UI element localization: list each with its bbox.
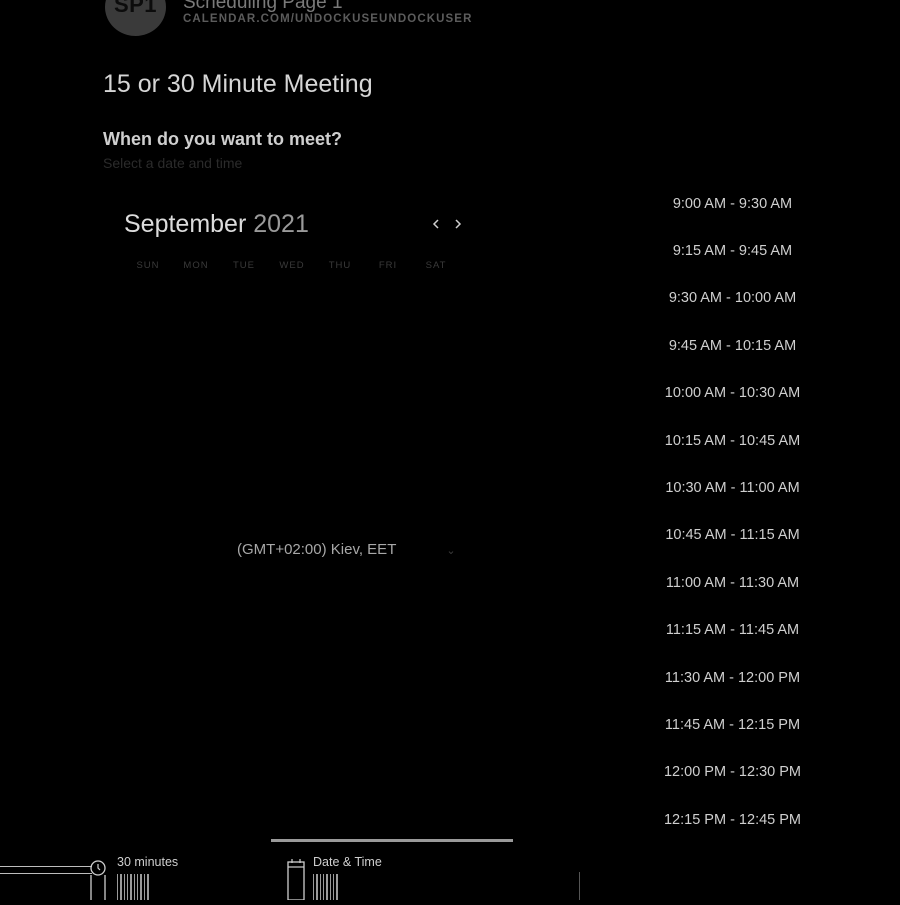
weekday-label: THU: [328, 260, 352, 271]
calendar-icon: [286, 858, 306, 905]
time-slot[interactable]: 12:15 PM - 12:45 PM: [640, 796, 825, 843]
time-slot[interactable]: 9:00 AM - 9:30 AM: [640, 180, 825, 227]
scheduling-page-title: Scheduling Page 1: [183, 0, 343, 13]
step-date-time[interactable]: Date & Time: [313, 855, 382, 869]
calendar-month-label: September 2021: [124, 210, 309, 239]
step-date-time-detail: [313, 874, 338, 900]
avatar-initials: SP1: [113, 0, 158, 17]
weekday-header-row: SUN MON TUE WED THU FRI SAT: [124, 260, 460, 271]
meeting-title: 15 or 30 Minute Meeting: [103, 70, 373, 98]
chevron-right-icon: [455, 219, 462, 229]
weekday-label: SAT: [425, 260, 447, 271]
time-slot[interactable]: 10:45 AM - 11:15 AM: [640, 512, 825, 559]
weekday-label: WED: [279, 260, 305, 271]
time-slot[interactable]: 11:00 AM - 11:30 AM: [640, 559, 825, 606]
step-duration[interactable]: 30 minutes: [117, 855, 178, 869]
time-slot[interactable]: 11:45 AM - 12:15 PM: [640, 701, 825, 748]
avatar: SP1: [105, 0, 166, 36]
time-slot[interactable]: 10:30 AM - 11:00 AM: [640, 464, 825, 511]
timezone-label: (GMT+02:00) Kiev, EET: [237, 541, 397, 558]
time-slot[interactable]: 11:30 AM - 12:00 PM: [640, 654, 825, 701]
time-slot[interactable]: 9:30 AM - 10:00 AM: [640, 275, 825, 322]
weekday-label: MON: [183, 260, 209, 271]
time-slot[interactable]: 10:15 AM - 10:45 AM: [640, 417, 825, 464]
time-slot[interactable]: 12:00 PM - 12:30 PM: [640, 749, 825, 796]
prev-month-button[interactable]: [427, 213, 445, 235]
active-step-indicator: [271, 839, 513, 842]
time-slot-list: 9:00 AM - 9:30 AM 9:15 AM - 9:45 AM 9:30…: [640, 180, 825, 843]
next-month-button[interactable]: [449, 213, 467, 235]
weekday-label: TUE: [233, 260, 255, 271]
scheduling-page-url[interactable]: CALENDAR.COM/UNDOCKUSEUNDOCKUSER: [183, 13, 472, 25]
chevron-down-icon: ⌄: [446, 545, 456, 557]
chevron-left-icon: [432, 219, 439, 229]
weekday-label: SUN: [136, 260, 160, 271]
clock-icon: [89, 858, 107, 905]
time-slot[interactable]: 10:00 AM - 10:30 AM: [640, 370, 825, 417]
time-slot[interactable]: 9:15 AM - 9:45 AM: [640, 227, 825, 274]
calendar-year: 2021: [253, 210, 309, 238]
weekday-label: FRI: [378, 260, 398, 271]
divider: [579, 872, 580, 900]
when-heading: When do you want to meet?: [103, 129, 342, 149]
when-subheading: Select a date and time: [103, 155, 243, 171]
time-slot[interactable]: 11:15 AM - 11:45 AM: [640, 607, 825, 654]
step-duration-detail: [117, 874, 149, 900]
calendar-month: September: [124, 210, 247, 238]
time-slot[interactable]: 9:45 AM - 10:15 AM: [640, 322, 825, 369]
progress-line: [0, 866, 92, 874]
timezone-selector[interactable]: (GMT+02:00) Kiev, EET ⌄: [237, 541, 456, 558]
